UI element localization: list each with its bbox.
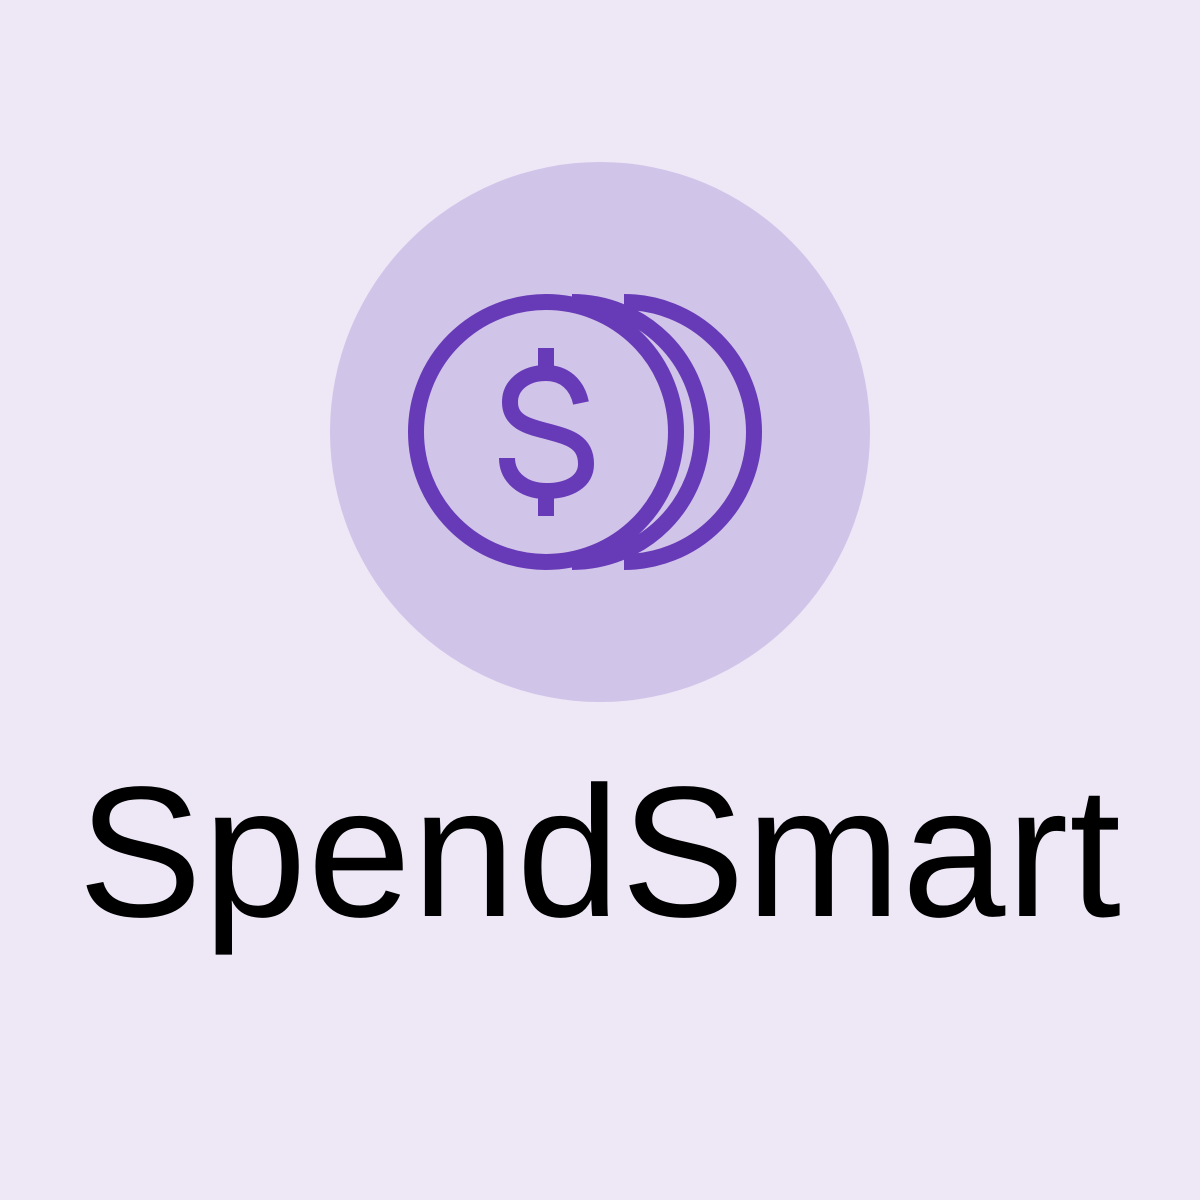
coins-dollar-icon bbox=[408, 294, 762, 570]
splash-screen: SpendSmart bbox=[0, 0, 1200, 1200]
dollar-sign bbox=[499, 348, 595, 516]
app-name: SpendSmart bbox=[78, 749, 1122, 956]
